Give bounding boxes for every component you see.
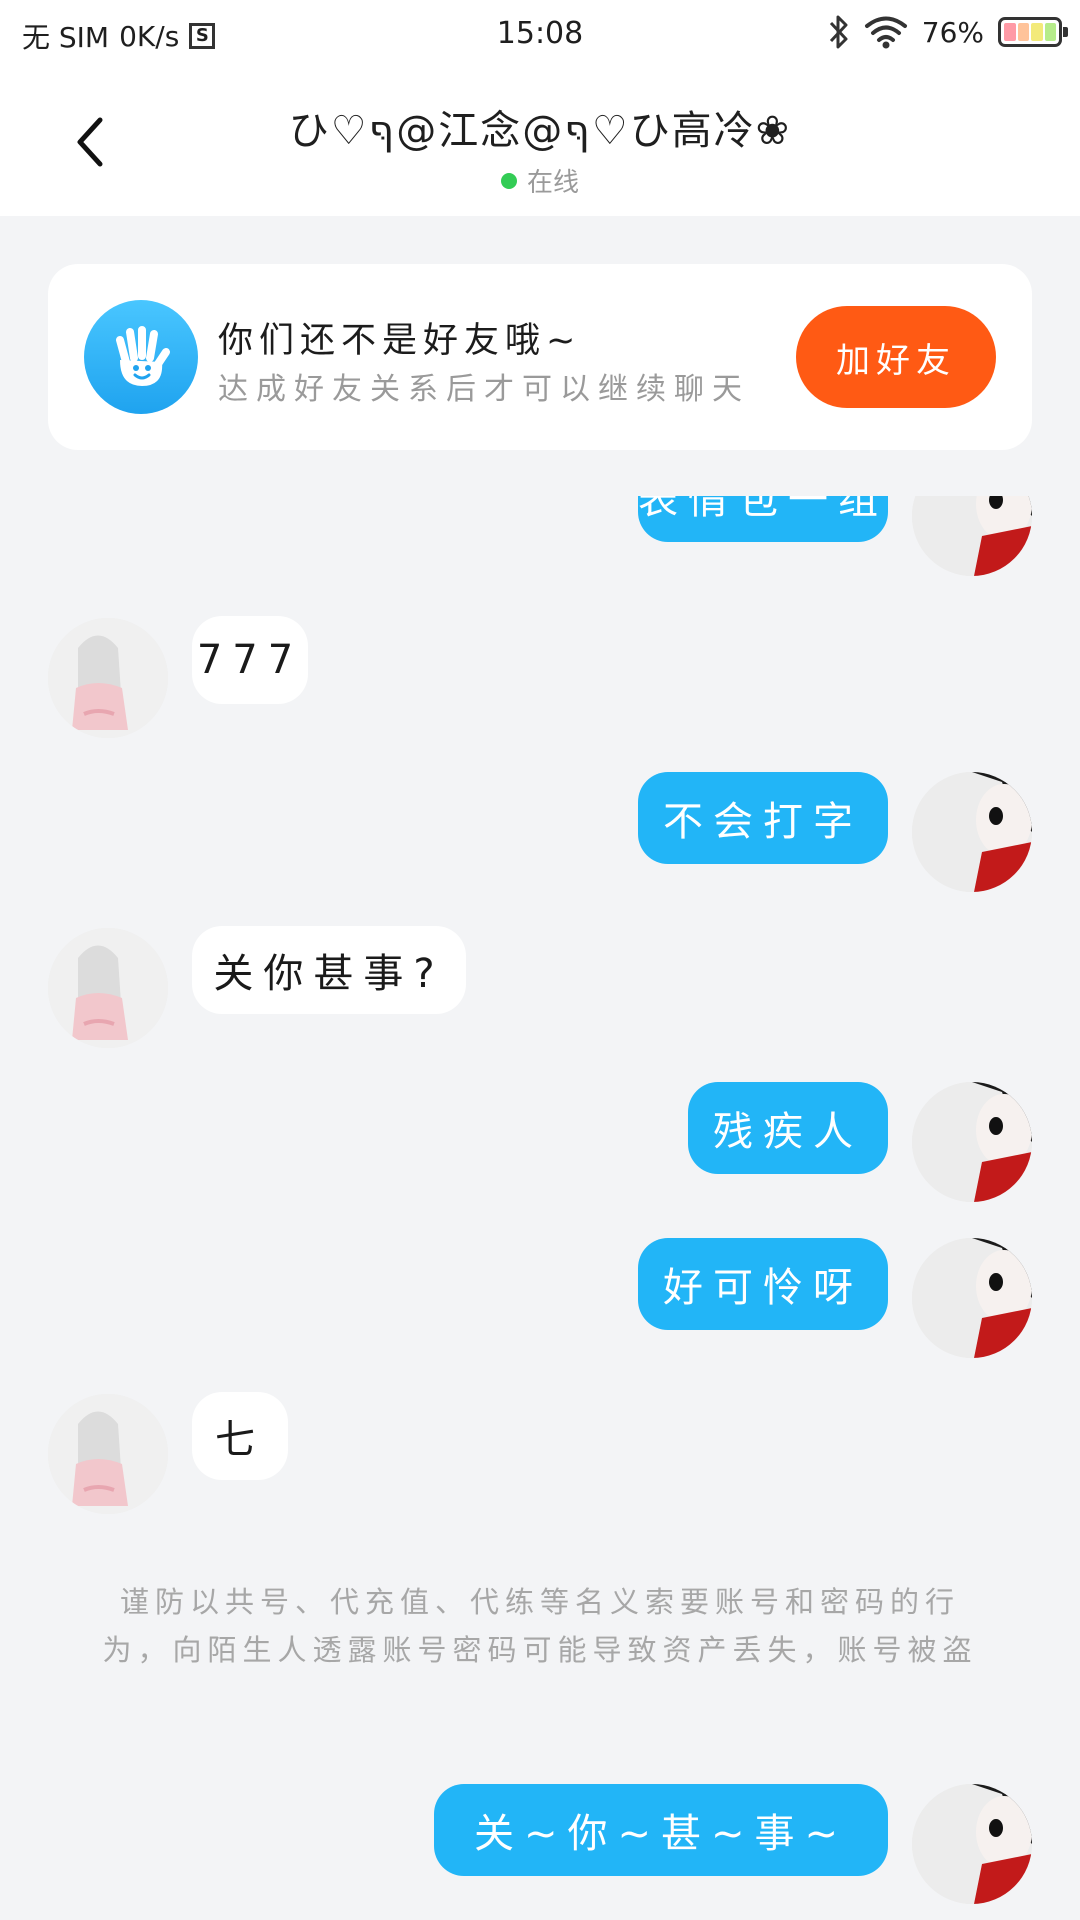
user-portrait-icon [912,1784,1032,1904]
online-status-text: 在线 [526,168,579,198]
bluetooth-icon [829,15,848,49]
add-friend-button[interactable]: 加好友 [796,306,996,408]
my-message-bubble[interactable]: 好可怜呀 [638,1238,888,1330]
friend-card-subtitle: 达成好友关系后才可以继续聊天 [218,372,750,407]
my-message-bubble[interactable]: 表情包一组 [638,496,888,542]
friend-request-card: 你们还不是好友哦~ 达成好友关系后才可以继续聊天 加好友 [48,264,1032,450]
contact-message-bubble[interactable]: 七 [192,1392,288,1480]
battery-percent: 76% [921,15,984,49]
my-avatar[interactable] [912,1082,1032,1202]
message-list[interactable]: 表情包一组 777 不会打字 关你甚事? 残疾人 好可怜呀 七 谨防以共号、代充… [0,496,1080,1920]
contact-portrait-icon [48,1394,168,1514]
user-portrait-icon [912,1238,1032,1358]
user-portrait-icon [912,496,1032,576]
online-dot-icon [500,172,517,189]
my-message-bubble[interactable]: 残疾人 [688,1082,888,1174]
contact-avatar[interactable] [48,618,168,738]
battery-icon [998,17,1068,47]
contact-portrait-icon [48,618,168,738]
contact-portrait-icon [48,928,168,1048]
chat-screen: 无 SIM 0K/s S 15:08 76% ひ♡ףּ@江念@ףּ♡ひ高冷❀ 在… [0,0,1080,1920]
friend-card-title: 你们还不是好友哦~ [218,321,582,361]
my-message-bubble[interactable]: 不会打字 [638,772,888,864]
chat-header: ひ♡ףּ@江念@ףּ♡ひ高冷❀ 在线 [0,72,1080,216]
contact-message-bubble[interactable]: 777 [192,616,308,704]
safety-notice: 谨防以共号、代充值、代练等名义索要账号和密码的行为，向陌生人透露账号密码可能导致… [102,1585,978,1667]
my-avatar[interactable] [912,1238,1032,1358]
my-avatar[interactable] [912,496,1032,576]
my-avatar[interactable] [912,1784,1032,1904]
contact-avatar[interactable] [48,1394,168,1514]
wifi-icon [864,16,907,49]
status-right: 76% [828,14,1068,50]
user-portrait-icon [912,772,1032,892]
contact-avatar[interactable] [48,928,168,1048]
user-portrait-icon [912,1082,1032,1202]
contact-message-bubble[interactable]: 关你甚事? [192,926,466,1014]
waving-hand-icon [84,300,198,414]
contact-name: ひ♡ףּ@江念@ףּ♡ひ高冷❀ [288,108,792,154]
my-message-bubble[interactable]: 关~你~甚~事~ [434,1784,888,1876]
status-bar: 无 SIM 0K/s S 15:08 76% [0,0,1080,72]
my-avatar[interactable] [912,772,1032,892]
hand-icon [116,326,170,386]
online-status: 在线 [0,162,1080,199]
